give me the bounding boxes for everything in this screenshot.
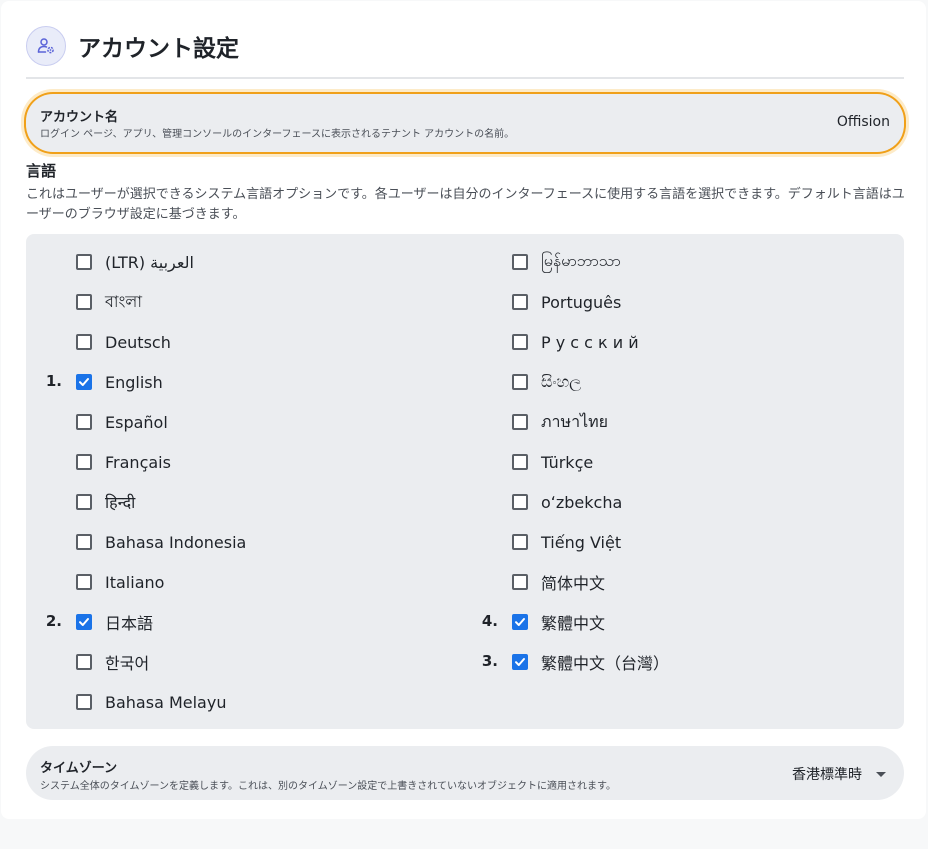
- language-option-label: हिन्दी: [105, 493, 136, 512]
- language-option-label: Italiano: [105, 572, 165, 592]
- language-options-panel: (LTR) العربية বাংলা Deutsch 1. English Españo…: [26, 234, 904, 729]
- timezone-row[interactable]: タイムゾーン システム全体のタイムゾーンを定義します。これは、別のタイムゾーン設…: [26, 746, 904, 800]
- language-checkbox[interactable]: [76, 414, 92, 430]
- language-checkbox[interactable]: [512, 534, 528, 550]
- language-option[interactable]: Italiano: [76, 570, 164, 594]
- check-icon: [79, 378, 89, 386]
- language-order-number: 4.: [481, 612, 498, 630]
- language-option[interactable]: සිංහල: [512, 370, 581, 394]
- language-checkbox[interactable]: [512, 294, 528, 310]
- language-section-description: これはユーザーが選択できるシステム言語オプションです。各ユーザーは自分のインター…: [26, 187, 905, 222]
- check-icon: [79, 618, 89, 626]
- language-option-label: 繁體中文: [541, 614, 606, 633]
- language-option-label: Português: [541, 292, 622, 312]
- language-option-label: ภาษาไทย: [541, 411, 609, 431]
- language-checkbox[interactable]: [76, 694, 92, 710]
- language-checkbox[interactable]: [76, 574, 92, 590]
- language-option-label: Tiếng Việt: [541, 532, 622, 552]
- language-checkbox[interactable]: [512, 254, 528, 270]
- header-divider: [26, 77, 904, 79]
- language-option[interactable]: हिन्दी: [76, 490, 135, 514]
- language-order-number: 2.: [45, 612, 62, 630]
- language-option[interactable]: Español: [76, 410, 168, 434]
- language-order-number: 1.: [45, 372, 62, 390]
- language-option-label: Bahasa Indonesia: [105, 532, 247, 552]
- page-title: アカウント設定: [78, 36, 239, 62]
- chevron-down-icon: [876, 771, 886, 777]
- language-option[interactable]: English: [76, 370, 163, 394]
- language-option[interactable]: Português: [512, 290, 621, 314]
- account-name-label: アカウント名: [40, 110, 119, 125]
- language-checkbox[interactable]: [76, 254, 92, 270]
- language-option[interactable]: ภาษาไทย: [512, 410, 608, 434]
- language-option-label: 繁體中文（台灣）: [541, 654, 670, 673]
- language-checkbox[interactable]: [76, 294, 92, 310]
- language-checkbox[interactable]: [76, 614, 92, 630]
- check-icon: [515, 618, 525, 626]
- language-option[interactable]: (LTR) العربية: [76, 250, 194, 274]
- timezone-description: システム全体のタイムゾーンを定義します。これは、別のタイムゾーン設定で上書きされ…: [40, 781, 616, 792]
- language-option-label: Р у с с к и й: [541, 332, 639, 352]
- language-option-label: 简体中文: [541, 574, 606, 593]
- language-checkbox[interactable]: [512, 454, 528, 470]
- language-option[interactable]: Bahasa Melayu: [76, 690, 226, 714]
- language-option-label: Bahasa Melayu: [105, 692, 227, 712]
- language-checkbox[interactable]: [512, 414, 528, 430]
- timezone-value: 香港標準時: [792, 767, 862, 783]
- language-option[interactable]: Bahasa Indonesia: [76, 530, 246, 554]
- language-option-label: Deutsch: [105, 332, 171, 352]
- language-checkbox[interactable]: [76, 494, 92, 510]
- language-option[interactable]: Р у с с к и й: [512, 330, 639, 354]
- language-checkbox[interactable]: [512, 574, 528, 590]
- language-checkbox[interactable]: [76, 374, 92, 390]
- language-option-label: 한국어: [105, 654, 150, 673]
- language-checkbox[interactable]: [512, 654, 528, 670]
- account-name-description: ログイン ページ、アプリ、管理コンソールのインターフェースに表示されるテナント …: [40, 129, 515, 140]
- language-checkbox[interactable]: [512, 614, 528, 630]
- language-option-label: සිංහල: [541, 372, 582, 391]
- language-option-label: English: [105, 372, 163, 392]
- language-option[interactable]: Deutsch: [76, 330, 171, 354]
- language-option-label: oʻzbekcha: [541, 492, 623, 512]
- account-name-row[interactable]: アカウント名 ログイン ページ、アプリ、管理コンソールのインターフェースに表示さ…: [26, 94, 904, 152]
- language-option[interactable]: Tiếng Việt: [512, 530, 621, 554]
- user-gear-icon: [26, 26, 66, 66]
- language-option-label: Español: [105, 412, 168, 432]
- language-option-label: (LTR) العربية: [105, 252, 194, 272]
- language-option[interactable]: oʻzbekcha: [512, 490, 622, 514]
- settings-card: アカウント設定 アカウント名 ログイン ページ、アプリ、管理コンソールのインター…: [1, 1, 926, 819]
- language-option[interactable]: বাংলা: [76, 290, 142, 314]
- timezone-select[interactable]: 香港標準時: [792, 764, 886, 784]
- language-option-label: Français: [105, 452, 171, 472]
- language-option[interactable]: 日本語: [76, 610, 153, 634]
- language-section-title: 言語: [26, 162, 57, 180]
- language-checkbox[interactable]: [512, 334, 528, 350]
- language-option[interactable]: Français: [76, 450, 171, 474]
- language-option-label: 日本語: [105, 614, 154, 633]
- check-icon: [515, 658, 525, 666]
- language-option-label: বাংলা: [105, 291, 142, 311]
- language-order-number: 3.: [481, 652, 498, 670]
- language-option[interactable]: 简体中文: [512, 570, 605, 594]
- language-option[interactable]: 繁體中文: [512, 610, 605, 634]
- account-name-value[interactable]: Offision: [837, 114, 890, 130]
- language-option[interactable]: Türkçe: [512, 450, 593, 474]
- language-checkbox[interactable]: [76, 454, 92, 470]
- language-option[interactable]: 한국어: [76, 650, 149, 674]
- language-option-label: မြန်မာဘာသာ: [541, 251, 621, 270]
- language-checkbox[interactable]: [512, 494, 528, 510]
- language-checkbox[interactable]: [512, 374, 528, 390]
- language-option[interactable]: မြန်မာဘာသာ: [512, 250, 621, 274]
- language-checkbox[interactable]: [76, 534, 92, 550]
- page-header: アカウント設定: [26, 26, 239, 66]
- timezone-label: タイムゾーン: [40, 761, 118, 776]
- language-checkbox[interactable]: [76, 654, 92, 670]
- language-checkbox[interactable]: [76, 334, 92, 350]
- language-option[interactable]: 繁體中文（台灣）: [512, 650, 669, 674]
- language-option-label: Türkçe: [541, 452, 594, 472]
